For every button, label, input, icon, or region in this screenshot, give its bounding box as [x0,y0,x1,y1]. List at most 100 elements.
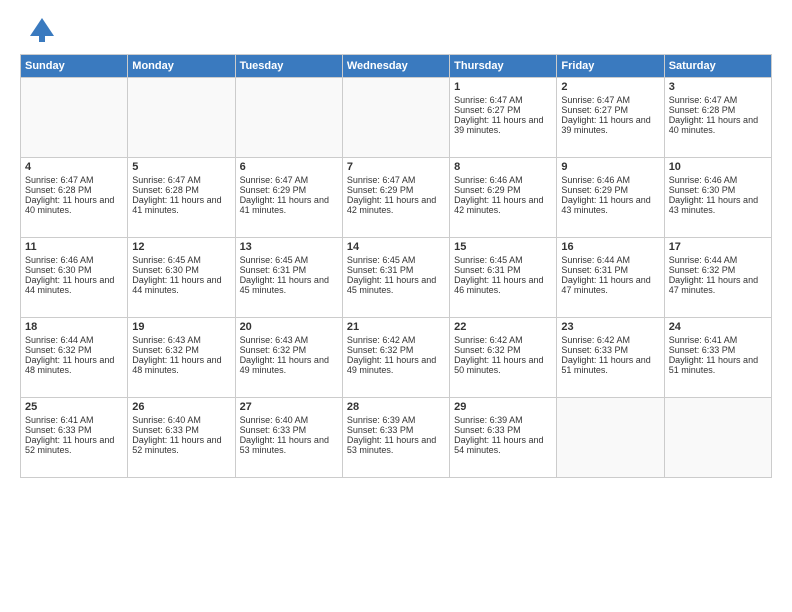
weekday-header-row: SundayMondayTuesdayWednesdayThursdayFrid… [21,55,772,78]
day-info: Sunset: 6:33 PM [669,345,767,355]
day-info: Daylight: 11 hours and 41 minutes. [240,195,338,215]
week-row-0: 1Sunrise: 6:47 AMSunset: 6:27 PMDaylight… [21,78,772,158]
day-info: Sunset: 6:27 PM [454,105,552,115]
calendar-cell: 27Sunrise: 6:40 AMSunset: 6:33 PMDayligh… [235,398,342,478]
day-info: Sunrise: 6:46 AM [454,175,552,185]
calendar-cell: 1Sunrise: 6:47 AMSunset: 6:27 PMDaylight… [450,78,557,158]
day-number: 25 [25,401,123,413]
day-number: 27 [240,401,338,413]
calendar-cell: 14Sunrise: 6:45 AMSunset: 6:31 PMDayligh… [342,238,449,318]
week-row-4: 25Sunrise: 6:41 AMSunset: 6:33 PMDayligh… [21,398,772,478]
day-info: Daylight: 11 hours and 51 minutes. [561,355,659,375]
day-info: Sunrise: 6:47 AM [240,175,338,185]
day-info: Sunset: 6:33 PM [347,425,445,435]
calendar-cell: 16Sunrise: 6:44 AMSunset: 6:31 PMDayligh… [557,238,664,318]
day-info: Sunset: 6:32 PM [347,345,445,355]
day-info: Sunset: 6:33 PM [561,345,659,355]
calendar-cell [235,78,342,158]
day-info: Daylight: 11 hours and 42 minutes. [347,195,445,215]
weekday-header-saturday: Saturday [664,55,771,78]
day-info: Daylight: 11 hours and 54 minutes. [454,435,552,455]
day-info: Sunrise: 6:40 AM [132,415,230,425]
day-number: 15 [454,241,552,253]
day-info: Sunset: 6:31 PM [561,265,659,275]
day-info: Sunset: 6:32 PM [669,265,767,275]
calendar-cell: 9Sunrise: 6:46 AMSunset: 6:29 PMDaylight… [557,158,664,238]
calendar-cell [664,398,771,478]
weekday-header-tuesday: Tuesday [235,55,342,78]
weekday-header-sunday: Sunday [21,55,128,78]
day-number: 6 [240,161,338,173]
logo-icon [28,16,56,44]
calendar-cell: 29Sunrise: 6:39 AMSunset: 6:33 PMDayligh… [450,398,557,478]
day-info: Sunset: 6:29 PM [347,185,445,195]
day-info: Daylight: 11 hours and 44 minutes. [25,275,123,295]
day-info: Sunset: 6:30 PM [132,265,230,275]
calendar-cell: 2Sunrise: 6:47 AMSunset: 6:27 PMDaylight… [557,78,664,158]
day-number: 2 [561,81,659,93]
day-info: Daylight: 11 hours and 42 minutes. [454,195,552,215]
day-info: Sunset: 6:28 PM [669,105,767,115]
day-number: 19 [132,321,230,333]
day-info: Sunset: 6:29 PM [240,185,338,195]
day-info: Sunset: 6:29 PM [454,185,552,195]
calendar-cell: 25 Sunrise: 6:41 AMSunset: 6:33 PMDayligh… [21,398,128,478]
day-info: Sunset: 6:27 PM [561,105,659,115]
day-info: Sunset: 6:31 PM [240,265,338,275]
day-info: Daylight: 11 hours and 39 minutes. [561,115,659,135]
calendar-cell: 3Sunrise: 6:47 AMSunset: 6:28 PMDaylight… [664,78,771,158]
logo [20,16,56,44]
day-info: Sunset: 6:33 PM [25,425,123,435]
day-number: 11 [25,241,123,253]
week-row-1: 4Sunrise: 6:47 AMSunset: 6:28 PMDaylight… [21,158,772,238]
day-info: Sunrise: 6:46 AM [669,175,767,185]
weekday-header-monday: Monday [128,55,235,78]
day-info: Sunrise: 6:40 AM [240,415,338,425]
calendar-cell: 5Sunrise: 6:47 AMSunset: 6:28 PMDaylight… [128,158,235,238]
calendar-cell: 18Sunrise: 6:44 AMSunset: 6:32 PMDayligh… [21,318,128,398]
day-number: 3 [669,81,767,93]
day-info: Daylight: 11 hours and 44 minutes. [132,275,230,295]
day-info: Sunrise: 6:45 AM [132,255,230,265]
day-number: 5 [132,161,230,173]
day-number: 10 [669,161,767,173]
week-row-2: 11Sunrise: 6:46 AMSunset: 6:30 PMDayligh… [21,238,772,318]
day-number: 28 [347,401,445,413]
calendar-cell [128,78,235,158]
weekday-header-wednesday: Wednesday [342,55,449,78]
day-info: Sunrise: 6:44 AM [561,255,659,265]
day-info: Sunset: 6:31 PM [347,265,445,275]
day-info: Sunset: 6:32 PM [25,345,123,355]
day-info: Sunset: 6:30 PM [25,265,123,275]
calendar-cell: 20Sunrise: 6:43 AMSunset: 6:32 PMDayligh… [235,318,342,398]
day-info: Sunrise: 6:41 AM [669,335,767,345]
day-info: Sunset: 6:32 PM [454,345,552,355]
day-info: Sunset: 6:33 PM [240,425,338,435]
calendar-cell: 10Sunrise: 6:46 AMSunset: 6:30 PMDayligh… [664,158,771,238]
day-info: Sunrise: 6:47 AM [132,175,230,185]
day-info: Sunrise: 6:39 AM [347,415,445,425]
day-info: Sunrise: 6:45 AM [454,255,552,265]
day-info: Sunrise: 6:45 AM [240,255,338,265]
day-info: Daylight: 11 hours and 41 minutes. [132,195,230,215]
day-info: Daylight: 11 hours and 48 minutes. [132,355,230,375]
day-info: Daylight: 11 hours and 52 minutes. [25,435,123,455]
header [20,16,772,44]
calendar-cell: 8 Sunrise: 6:46 AMSunset: 6:29 PMDaylight… [450,158,557,238]
day-info: Daylight: 11 hours and 51 minutes. [669,355,767,375]
day-number: 21 [347,321,445,333]
calendar-cell [21,78,128,158]
calendar-cell: 28Sunrise: 6:39 AMSunset: 6:33 PMDayligh… [342,398,449,478]
day-number: 8 [454,161,552,173]
day-info: Daylight: 11 hours and 50 minutes. [454,355,552,375]
calendar-cell: 26Sunrise: 6:40 AMSunset: 6:33 PMDayligh… [128,398,235,478]
day-info: Daylight: 11 hours and 47 minutes. [561,275,659,295]
day-info: Daylight: 11 hours and 45 minutes. [347,275,445,295]
day-number: 22 [454,321,552,333]
day-info: Sunrise: 6:41 AM [25,415,123,425]
calendar-cell: 19Sunrise: 6:43 AMSunset: 6:32 PMDayligh… [128,318,235,398]
calendar-cell: 11Sunrise: 6:46 AMSunset: 6:30 PMDayligh… [21,238,128,318]
day-info: Sunrise: 6:42 AM [561,335,659,345]
day-number: 20 [240,321,338,333]
day-info: Daylight: 11 hours and 47 minutes. [669,275,767,295]
